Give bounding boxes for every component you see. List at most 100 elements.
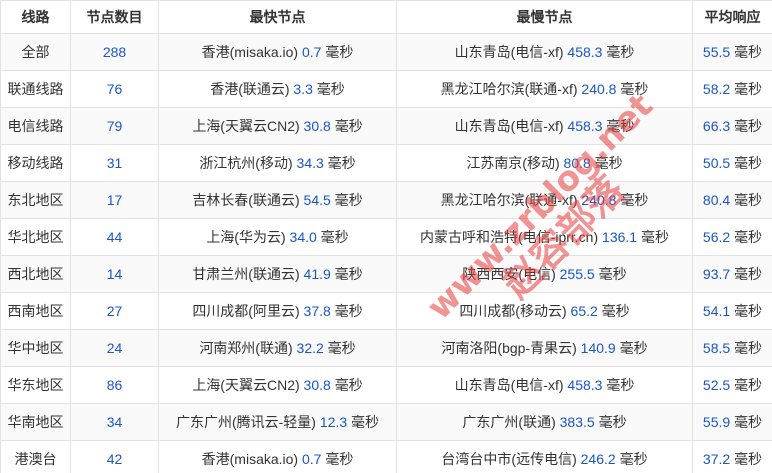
average-latency-value: 55.5 <box>702 44 731 60</box>
count-cell: 14 <box>70 255 159 293</box>
route-cell: 电信线路 <box>0 107 71 145</box>
slowest-cell: 江苏南京(移动) 80.8 毫秒 <box>396 144 693 182</box>
fastest-cell: 上海(天翼云CN2) 30.8 毫秒 <box>158 107 397 145</box>
speed-test-page: 线路 节点数目 最快节点 最慢节点 平均响应 全部 288 香港(misaka.io… <box>0 0 772 473</box>
table-row: 联通线路 76 香港(联通云) 3.3 毫秒 黑龙江哈尔滨(联通-xf) 240.8 … <box>0 70 772 108</box>
fastest-node-name: 香港(misaka.io) <box>201 44 299 60</box>
header-fastest: 最快节点 <box>158 0 397 34</box>
slowest-node-name: 黑龙江哈尔滨(联通-xf) <box>440 81 578 97</box>
average-latency-value: 37.2 <box>702 451 731 467</box>
table-row: 华东地区 86 上海(天翼云CN2) 30.8 毫秒 山东青岛(电信-xf) 458.… <box>0 366 772 404</box>
fastest-cell: 四川成都(阿里云) 37.8 毫秒 <box>158 292 397 330</box>
latency-unit: 毫秒 <box>606 118 635 134</box>
table-header: 线路 节点数目 最快节点 最慢节点 平均响应 <box>0 0 772 34</box>
latency-unit: 毫秒 <box>619 451 648 467</box>
average-latency-value: 80.4 <box>702 192 731 208</box>
table-row: 华南地区 34 广东广州(腾讯云-轻量) 12.3 毫秒 广东广州(联通) 383.5… <box>0 403 772 441</box>
fastest-cell: 上海(天翼云CN2) 30.8 毫秒 <box>158 366 397 404</box>
latency-unit: 毫秒 <box>606 377 635 393</box>
count-cell: 76 <box>70 70 159 108</box>
route-cell: 华中地区 <box>0 329 71 367</box>
latency-unit: 毫秒 <box>734 155 763 171</box>
route-cell: 华东地区 <box>0 366 71 404</box>
slowest-cell: 广东广州(联通) 383.5 毫秒 <box>396 403 693 441</box>
table-row: 移动线路 31 浙江杭州(移动) 34.3 毫秒 江苏南京(移动) 80.8 毫秒 50… <box>0 144 772 182</box>
slowest-cell: 黑龙江哈尔滨(联通-xf) 240.8 毫秒 <box>396 70 693 108</box>
header-average: 平均响应 <box>692 0 772 34</box>
fastest-node-name: 四川成都(阿里云) <box>192 303 300 319</box>
header-slowest: 最慢节点 <box>396 0 693 34</box>
table-row: 港澳台 42 香港(misaka.io) 0.7 毫秒 台湾台中市(远传电信) 246… <box>0 440 772 473</box>
route-cell: 华北地区 <box>0 218 71 256</box>
latency-unit: 毫秒 <box>601 303 630 319</box>
average-cell: 37.2 毫秒 <box>692 440 772 473</box>
slowest-latency-value: 458.3 <box>567 377 603 393</box>
latency-unit: 毫秒 <box>327 340 356 356</box>
slowest-node-name: 黑龙江哈尔滨(联通-xf) <box>440 192 578 208</box>
latency-unit: 毫秒 <box>334 118 363 134</box>
latency-unit: 毫秒 <box>620 192 649 208</box>
table-row: 西北地区 14 甘肃兰州(联通云) 41.9 毫秒 陕西西安(电信) 255.5 毫秒… <box>0 255 772 293</box>
latency-unit: 毫秒 <box>351 414 380 430</box>
fastest-cell: 浙江杭州(移动) 34.3 毫秒 <box>158 144 397 182</box>
fastest-cell: 甘肃兰州(联通云) 41.9 毫秒 <box>158 255 397 293</box>
count-cell: 288 <box>70 33 159 71</box>
slowest-latency-value: 383.5 <box>559 414 595 430</box>
latency-unit: 毫秒 <box>734 229 763 245</box>
latency-unit: 毫秒 <box>734 340 763 356</box>
latency-unit: 毫秒 <box>334 192 363 208</box>
count-cell: 34 <box>70 403 159 441</box>
latency-table: 线路 节点数目 最快节点 最慢节点 平均响应 全部 288 香港(misaka.io… <box>0 0 772 473</box>
slowest-node-name: 内蒙古呼和浩特(电信-iprr.cn) <box>420 229 599 245</box>
slowest-node-name: 四川成都(移动云) <box>459 303 567 319</box>
average-cell: 58.5 毫秒 <box>692 329 772 367</box>
slowest-cell: 四川成都(移动云) 65.2 毫秒 <box>396 292 693 330</box>
average-latency-value: 93.7 <box>702 266 731 282</box>
fastest-cell: 香港(联通云) 3.3 毫秒 <box>158 70 397 108</box>
route-cell: 东北地区 <box>0 181 71 219</box>
slowest-cell: 黑龙江哈尔滨(联通-xf) 240.8 毫秒 <box>396 181 693 219</box>
fastest-node-name: 上海(天翼云CN2) <box>192 118 300 134</box>
slowest-node-name: 江苏南京(移动) <box>466 155 560 171</box>
latency-unit: 毫秒 <box>606 44 635 60</box>
fastest-latency-value: 32.2 <box>296 340 324 356</box>
latency-unit: 毫秒 <box>734 377 763 393</box>
latency-unit: 毫秒 <box>327 155 356 171</box>
latency-unit: 毫秒 <box>316 81 345 97</box>
table-row: 电信线路 79 上海(天翼云CN2) 30.8 毫秒 山东青岛(电信-xf) 458.… <box>0 107 772 145</box>
fastest-latency-value: 37.8 <box>303 303 331 319</box>
latency-unit: 毫秒 <box>598 266 627 282</box>
header-count: 节点数目 <box>70 0 159 34</box>
fastest-cell: 广东广州(腾讯云-轻量) 12.3 毫秒 <box>158 403 397 441</box>
slowest-node-name: 山东青岛(电信-xf) <box>454 377 564 393</box>
average-cell: 55.9 毫秒 <box>692 403 772 441</box>
fastest-cell: 香港(misaka.io) 0.7 毫秒 <box>158 440 397 473</box>
latency-unit: 毫秒 <box>598 414 627 430</box>
average-latency-value: 54.1 <box>702 303 731 319</box>
latency-unit: 毫秒 <box>334 303 363 319</box>
latency-unit: 毫秒 <box>734 81 763 97</box>
count-cell: 44 <box>70 218 159 256</box>
slowest-cell: 陕西西安(电信) 255.5 毫秒 <box>396 255 693 293</box>
count-cell: 86 <box>70 366 159 404</box>
latency-unit: 毫秒 <box>619 340 648 356</box>
fastest-latency-value: 30.8 <box>303 118 331 134</box>
table-row: 东北地区 17 吉林长春(联通云) 54.5 毫秒 黑龙江哈尔滨(联通-xf) 240… <box>0 181 772 219</box>
average-cell: 58.2 毫秒 <box>692 70 772 108</box>
fastest-cell: 上海(华为云) 34.0 毫秒 <box>158 218 397 256</box>
fastest-node-name: 甘肃兰州(联通云) <box>192 266 300 282</box>
table-row: 华中地区 24 河南郑州(联通) 32.2 毫秒 河南洛阳(bgp-青果云) 140.… <box>0 329 772 367</box>
fastest-node-name: 香港(联通云) <box>210 81 290 97</box>
slowest-cell: 台湾台中市(远传电信) 246.2 毫秒 <box>396 440 693 473</box>
slowest-node-name: 台湾台中市(远传电信) <box>441 451 577 467</box>
average-cell: 54.1 毫秒 <box>692 292 772 330</box>
fastest-node-name: 吉林长春(联通云) <box>192 192 300 208</box>
slowest-node-name: 河南洛阳(bgp-青果云) <box>441 340 577 356</box>
slowest-latency-value: 65.2 <box>570 303 598 319</box>
fastest-node-name: 香港(misaka.io) <box>201 451 299 467</box>
count-cell: 79 <box>70 107 159 145</box>
average-latency-value: 58.5 <box>702 340 731 356</box>
fastest-cell: 河南郑州(联通) 32.2 毫秒 <box>158 329 397 367</box>
latency-unit: 毫秒 <box>325 44 354 60</box>
route-cell: 西北地区 <box>0 255 71 293</box>
